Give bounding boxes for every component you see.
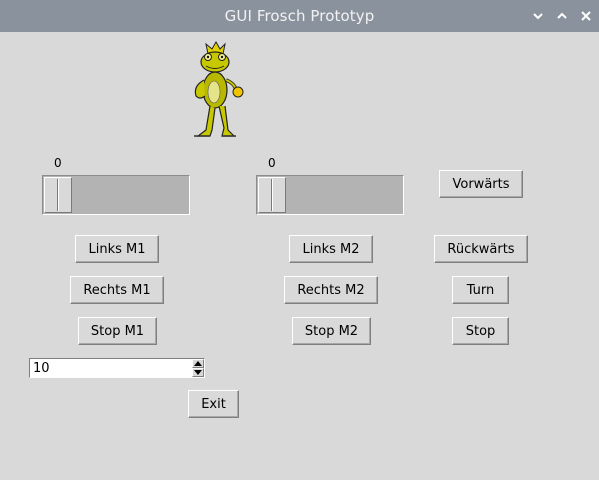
triangle-up-icon (194, 361, 202, 366)
m1-speed-value: 0 (54, 156, 62, 170)
spin-down-button[interactable] (192, 368, 204, 377)
window-content: 0 0 Vorwärts Links M1 Links M2 Rückwärts… (0, 32, 599, 480)
right-m2-button[interactable]: Rechts M2 (284, 276, 378, 304)
close-button[interactable] (576, 6, 596, 26)
right-m1-button[interactable]: Rechts M1 (70, 276, 164, 304)
slider-grip (271, 179, 273, 211)
value-spinbox[interactable] (29, 358, 205, 378)
stop-m2-button[interactable]: Stop M2 (292, 317, 371, 345)
m1-speed-scale[interactable] (42, 175, 190, 215)
spin-up-button[interactable] (192, 359, 204, 368)
frog-prince-image (194, 40, 244, 137)
m2-speed-value: 0 (268, 156, 276, 170)
minimize-button[interactable] (528, 6, 548, 26)
close-icon (581, 11, 591, 21)
window-title: GUI Frosch Prototyp (224, 7, 375, 25)
m2-scale-slider[interactable] (258, 177, 286, 213)
triangle-down-icon (194, 370, 202, 375)
window-titlebar[interactable]: GUI Frosch Prototyp (0, 0, 599, 32)
stop-m1-button[interactable]: Stop M1 (78, 317, 157, 345)
slider-grip (57, 179, 59, 211)
m2-speed-scale[interactable] (256, 175, 404, 215)
turn-button[interactable]: Turn (452, 276, 509, 304)
left-m1-button[interactable]: Links M1 (75, 235, 159, 263)
chevron-down-icon (533, 13, 543, 20)
backward-button[interactable]: Rückwärts (434, 235, 528, 263)
m1-scale-slider[interactable] (44, 177, 72, 213)
left-m2-button[interactable]: Links M2 (289, 235, 373, 263)
chevron-up-icon (557, 12, 567, 19)
forward-button[interactable]: Vorwärts (439, 170, 523, 198)
stop-button[interactable]: Stop (452, 317, 509, 345)
exit-button[interactable]: Exit (188, 390, 239, 418)
spinbox-input[interactable] (31, 359, 195, 377)
maximize-button[interactable] (552, 6, 572, 26)
